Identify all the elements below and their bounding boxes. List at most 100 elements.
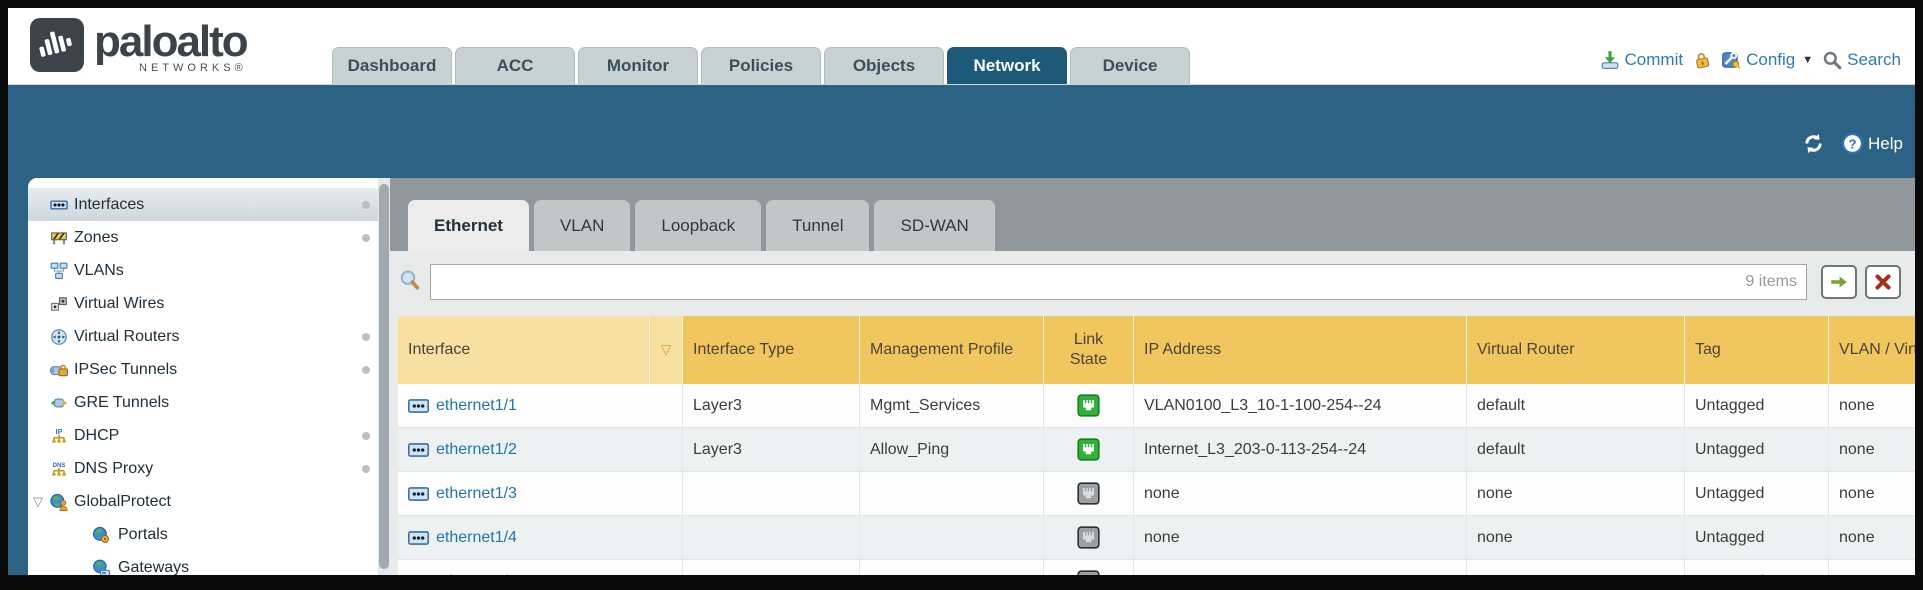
table-row[interactable]: ethernet1/5 none none Untagged none xyxy=(398,560,1915,575)
column-header-interface-type[interactable]: Interface Type xyxy=(683,316,860,384)
sidebar-item-ipsec-tunnels[interactable]: IPSec Tunnels xyxy=(28,353,378,386)
refresh-icon[interactable] xyxy=(1802,132,1825,155)
sidebar-item-virtual-routers[interactable]: Virtual Routers xyxy=(28,320,378,353)
apply-filter-button[interactable] xyxy=(1821,265,1857,299)
sidebar-item-interfaces[interactable]: Interfaces xyxy=(28,188,378,221)
options-dot[interactable] xyxy=(362,333,370,341)
tab-objects[interactable]: Objects xyxy=(824,47,944,84)
column-header-management-profile[interactable]: Management Profile xyxy=(860,316,1044,384)
tab-dashboard[interactable]: Dashboard xyxy=(332,47,452,84)
chevron-down-icon: ▼ xyxy=(1802,54,1813,66)
network-sidebar: Interfaces Zones VLANs Virtual Wires Vir… xyxy=(28,178,378,575)
interface-link[interactable]: ethernet1/4 xyxy=(436,529,517,547)
sidebar-item-label: VLANs xyxy=(74,262,124,280)
sidebar-item-label: Interfaces xyxy=(74,196,144,214)
cell-tag: Untagged xyxy=(1685,516,1829,559)
column-header-vlan-virtual-wire[interactable]: VLAN / Virtual Wire xyxy=(1829,316,1915,384)
tab-network[interactable]: Network xyxy=(947,47,1067,84)
tab-policies[interactable]: Policies xyxy=(701,47,821,84)
search-label: Search xyxy=(1847,50,1901,70)
cell-ip-address: none xyxy=(1134,472,1467,515)
sidebar-item-globalprotect[interactable]: ▽ GlobalProtect xyxy=(28,485,378,518)
tab-acc[interactable]: ACC xyxy=(455,47,575,84)
cell-tag: Untagged xyxy=(1685,472,1829,515)
options-dot[interactable] xyxy=(362,432,370,440)
options-dot[interactable] xyxy=(362,234,370,242)
tab-monitor[interactable]: Monitor xyxy=(578,47,698,84)
column-sort-menu[interactable]: ▽ xyxy=(650,316,683,384)
table-row[interactable]: ethernet1/2 Layer3 Allow_Ping Internet_L… xyxy=(398,428,1915,472)
table-row[interactable]: ethernet1/4 none none Untagged none xyxy=(398,516,1915,560)
ethernet-interface-icon xyxy=(408,575,429,576)
table-row[interactable]: ethernet1/1 Layer3 Mgmt_Services VLAN010… xyxy=(398,384,1915,428)
sidebar-item-dns-proxy[interactable]: DNS DNS Proxy xyxy=(28,452,378,485)
column-header-link-state[interactable]: Link State xyxy=(1044,316,1134,384)
column-header-virtual-router[interactable]: Virtual Router xyxy=(1467,316,1685,384)
tab-device[interactable]: Device xyxy=(1070,47,1190,84)
config-menu-button[interactable]: Config ▼ xyxy=(1721,50,1813,70)
sidebar-item-vlans[interactable]: VLANs xyxy=(28,254,378,287)
interface-link[interactable]: ethernet1/5 xyxy=(436,573,517,576)
ethernet-interface-icon xyxy=(408,531,429,545)
sort-dropdown-icon[interactable]: ▽ xyxy=(661,341,672,359)
interface-link[interactable]: ethernet1/3 xyxy=(436,485,517,503)
zones-icon xyxy=(50,229,68,247)
screen: paloalto NETWORKS® Dashboard ACC Monitor… xyxy=(0,0,1923,590)
interface-link[interactable]: ethernet1/2 xyxy=(436,441,517,459)
config-label: Config xyxy=(1746,50,1795,70)
virtual-wires-icon xyxy=(50,295,68,313)
tab-loopback[interactable]: Loopback xyxy=(635,200,761,251)
sidebar-item-virtual-wires[interactable]: Virtual Wires xyxy=(28,287,378,320)
sidebar-item-label: Portals xyxy=(118,526,168,544)
column-header-ip-address[interactable]: IP Address xyxy=(1134,316,1467,384)
dhcp-icon: IP xyxy=(50,427,68,445)
sidebar-item-label: IPSec Tunnels xyxy=(74,361,177,379)
link-state-icon xyxy=(1077,570,1100,575)
sidebar-item-portals[interactable]: Portals xyxy=(28,518,378,551)
sidebar-item-dhcp[interactable]: IP DHCP xyxy=(28,419,378,452)
ethernet-interface-icon xyxy=(408,399,429,413)
cell-ip-address: VLAN0100_L3_10-1-100-254--24 xyxy=(1134,384,1467,427)
link-state-icon xyxy=(1077,526,1100,549)
items-count: 9 items xyxy=(1745,264,1797,300)
sidebar-item-label: Gateways xyxy=(118,559,189,576)
column-header-tag[interactable]: Tag xyxy=(1685,316,1829,384)
sidebar-item-label: Zones xyxy=(74,229,118,247)
interface-type-tabs: Ethernet VLAN Loopback Tunnel SD-WAN xyxy=(408,200,995,251)
commit-label: Commit xyxy=(1625,50,1684,70)
tab-tunnel[interactable]: Tunnel xyxy=(766,200,869,251)
interface-link[interactable]: ethernet1/1 xyxy=(436,397,517,415)
cell-virtual-router: none xyxy=(1467,560,1685,575)
sidebar-item-gre-tunnels[interactable]: GRE Tunnels xyxy=(28,386,378,419)
commit-button[interactable]: Commit xyxy=(1600,50,1684,70)
clear-filter-button[interactable] xyxy=(1865,265,1901,299)
tab-ethernet[interactable]: Ethernet xyxy=(408,200,529,251)
options-dot[interactable] xyxy=(362,366,370,374)
sidebar-item-zones[interactable]: Zones xyxy=(28,221,378,254)
lock-icon[interactable] xyxy=(1690,48,1714,72)
filter-input[interactable] xyxy=(430,264,1807,300)
sidebar-item-label: GlobalProtect xyxy=(74,493,171,511)
link-state-icon xyxy=(1077,482,1100,505)
column-header-interface[interactable]: Interface xyxy=(398,316,650,384)
sidebar-scrollbar[interactable] xyxy=(378,178,390,575)
options-dot[interactable] xyxy=(362,465,370,473)
cell-virtual-router: none xyxy=(1467,472,1685,515)
sidebar-scrollbar-thumb[interactable] xyxy=(379,184,389,569)
tab-sdwan[interactable]: SD-WAN xyxy=(874,200,994,251)
tab-vlan[interactable]: VLAN xyxy=(534,200,630,251)
filter-search-icon xyxy=(398,269,423,294)
ethernet-interface-icon xyxy=(408,487,429,501)
top-utilities: Commit Config ▼ xyxy=(1600,50,1901,70)
sidebar-item-gateways[interactable]: Gateways xyxy=(28,551,378,575)
table-row[interactable]: ethernet1/3 none none Untagged none xyxy=(398,472,1915,516)
main-content: Ethernet VLAN Loopback Tunnel SD-WAN 9 i… xyxy=(390,178,1915,575)
svg-text:DNS: DNS xyxy=(53,463,66,469)
help-button[interactable]: ? Help xyxy=(1841,132,1903,155)
cell-management-profile xyxy=(860,472,1044,515)
expander-icon[interactable]: ▽ xyxy=(33,494,43,510)
filter-bar: 9 items xyxy=(398,264,1907,300)
search-button[interactable]: Search xyxy=(1822,50,1901,70)
options-dot[interactable] xyxy=(362,201,370,209)
gre-tunnels-icon xyxy=(50,394,68,412)
